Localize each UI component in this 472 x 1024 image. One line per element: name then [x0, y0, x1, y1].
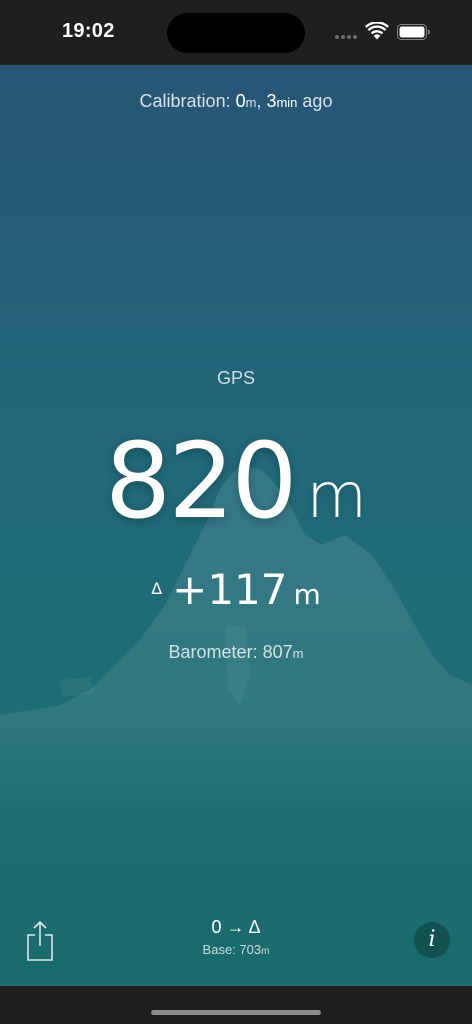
calibration-time-unit: min: [276, 95, 298, 110]
cellular-signal-icon: [335, 35, 357, 39]
altitude-unit: m: [306, 459, 367, 532]
delta-icon: Δ: [151, 579, 163, 598]
calibration-separator: ,: [256, 91, 267, 111]
altitude-source-label: GPS: [216, 368, 255, 388]
status-time: 19:02: [62, 20, 115, 42]
calibration-time-value: 3: [266, 91, 277, 111]
wifi-icon: [365, 22, 389, 40]
delta-value: +117: [172, 565, 288, 614]
altitude-value: 820: [105, 420, 298, 542]
zero-delta-toggle[interactable]: 0 → Δ: [211, 917, 260, 938]
battery-icon: [397, 24, 430, 40]
status-bar: 19:02: [0, 0, 472, 65]
delta-unit: m: [293, 578, 321, 611]
calibration-distance-unit: m: [245, 95, 257, 110]
altitude-delta: Δ +117 m: [0, 565, 472, 614]
barometer-label: Barometer:: [168, 642, 263, 662]
calibration-suffix: ago: [297, 91, 333, 111]
barometer-unit: m: [292, 646, 304, 661]
home-indicator[interactable]: [151, 1010, 321, 1015]
home-bar-area: [0, 986, 472, 1024]
info-button[interactable]: i: [414, 922, 450, 958]
barometer-reading: Barometer: 807m: [0, 642, 472, 663]
barometer-value: 807: [262, 642, 293, 662]
app-screen: 19:02 Calibration: 0m, 3min ago GPS 820 …: [0, 0, 472, 1024]
share-icon[interactable]: [24, 920, 56, 962]
altimeter-view: Calibration: 0m, 3min ago GPS 820 m Δ +117…: [0, 65, 472, 986]
calibration-prefix: Calibration:: [139, 91, 236, 111]
calibration-distance-value: 0: [235, 91, 246, 111]
dynamic-island: [167, 13, 305, 53]
altitude-readout: 820 m: [0, 420, 472, 542]
calibration-status: Calibration: 0m, 3min ago: [0, 91, 472, 112]
